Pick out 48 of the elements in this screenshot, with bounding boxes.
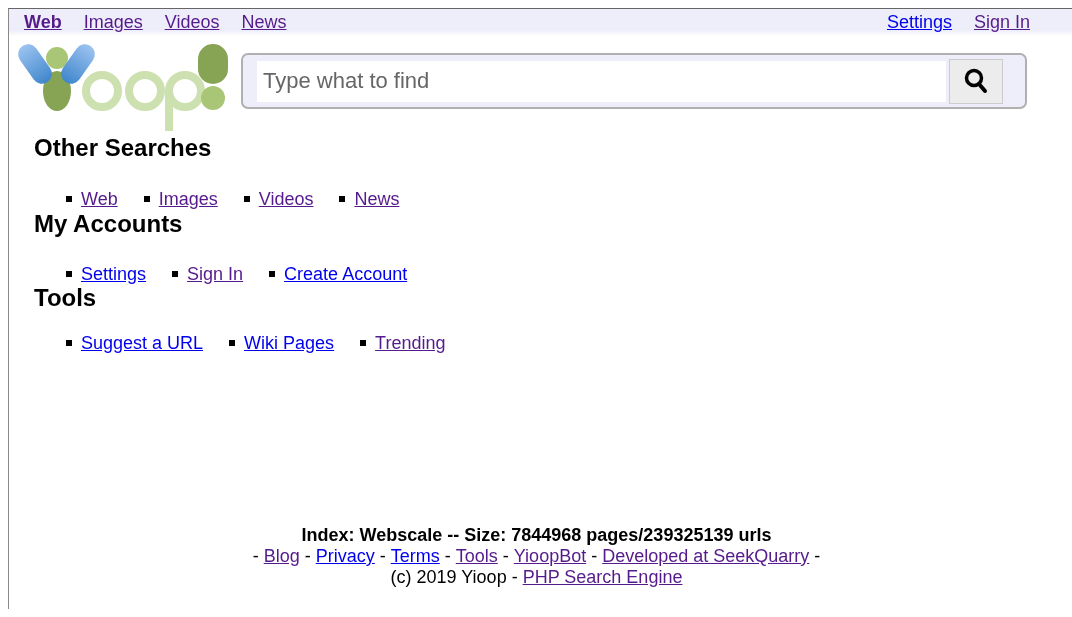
link[interactable]: Create Account xyxy=(284,263,408,285)
section-heading: Tools xyxy=(34,284,97,312)
nav-tab[interactable]: Videos xyxy=(164,12,220,33)
footer-link[interactable]: Tools xyxy=(455,546,498,567)
index-info: Index: Webscale -- Size: 7844968 pages/239325139 urls xyxy=(301,525,772,546)
section-heading: My Accounts xyxy=(34,210,183,238)
bullet-icon xyxy=(243,196,250,202)
link[interactable]: Sign In xyxy=(187,263,244,285)
separator: - xyxy=(591,546,598,567)
nav-tab[interactable]: Images xyxy=(83,12,143,33)
bullet-icon xyxy=(66,340,72,346)
search-field[interactable]: Type what to find xyxy=(257,60,946,102)
link[interactable]: Images xyxy=(158,188,218,210)
link[interactable]: News xyxy=(354,188,400,210)
footer-link[interactable]: Blog xyxy=(263,546,300,567)
separator: - xyxy=(444,546,451,567)
nav-tab[interactable]: Web xyxy=(24,12,62,33)
section-heading: Other Searches xyxy=(34,134,212,162)
nav-tab[interactable]: News xyxy=(241,12,287,33)
nav-link[interactable]: Sign In xyxy=(973,12,1030,33)
separator: - xyxy=(379,546,386,567)
separator: - xyxy=(304,546,311,567)
separator: - xyxy=(814,546,821,567)
nav-link[interactable]: Settings xyxy=(886,12,952,33)
link[interactable]: Settings xyxy=(81,263,147,285)
footer-link[interactable]: Privacy xyxy=(315,546,375,567)
footer-link[interactable]: YioopBot xyxy=(513,546,587,567)
bullet-icon xyxy=(360,340,367,346)
separator: - xyxy=(252,546,259,567)
footer-link[interactable]: Developed at SeekQuarry xyxy=(602,546,810,567)
footer-link[interactable]: PHP Search Engine xyxy=(522,567,683,588)
bullet-icon xyxy=(339,196,346,202)
link[interactable]: Suggest a URL xyxy=(81,332,204,354)
link[interactable]: Wiki Pages xyxy=(244,332,335,354)
link[interactable]: Web xyxy=(81,188,118,210)
search-icon xyxy=(964,68,988,94)
bullet-icon xyxy=(172,271,179,277)
bullet-icon xyxy=(143,196,150,202)
bullet-icon xyxy=(66,196,72,202)
copyright-text: (c) 2019 Yioop - xyxy=(390,567,518,588)
footer-link[interactable]: Terms xyxy=(390,546,440,567)
separator: - xyxy=(502,546,509,567)
bullet-icon xyxy=(269,271,276,277)
bullet-icon xyxy=(229,340,236,346)
bullet-icon xyxy=(66,271,72,277)
search-button[interactable] xyxy=(949,58,1003,104)
link[interactable]: Videos xyxy=(258,188,314,210)
link[interactable]: Trending xyxy=(375,332,446,354)
